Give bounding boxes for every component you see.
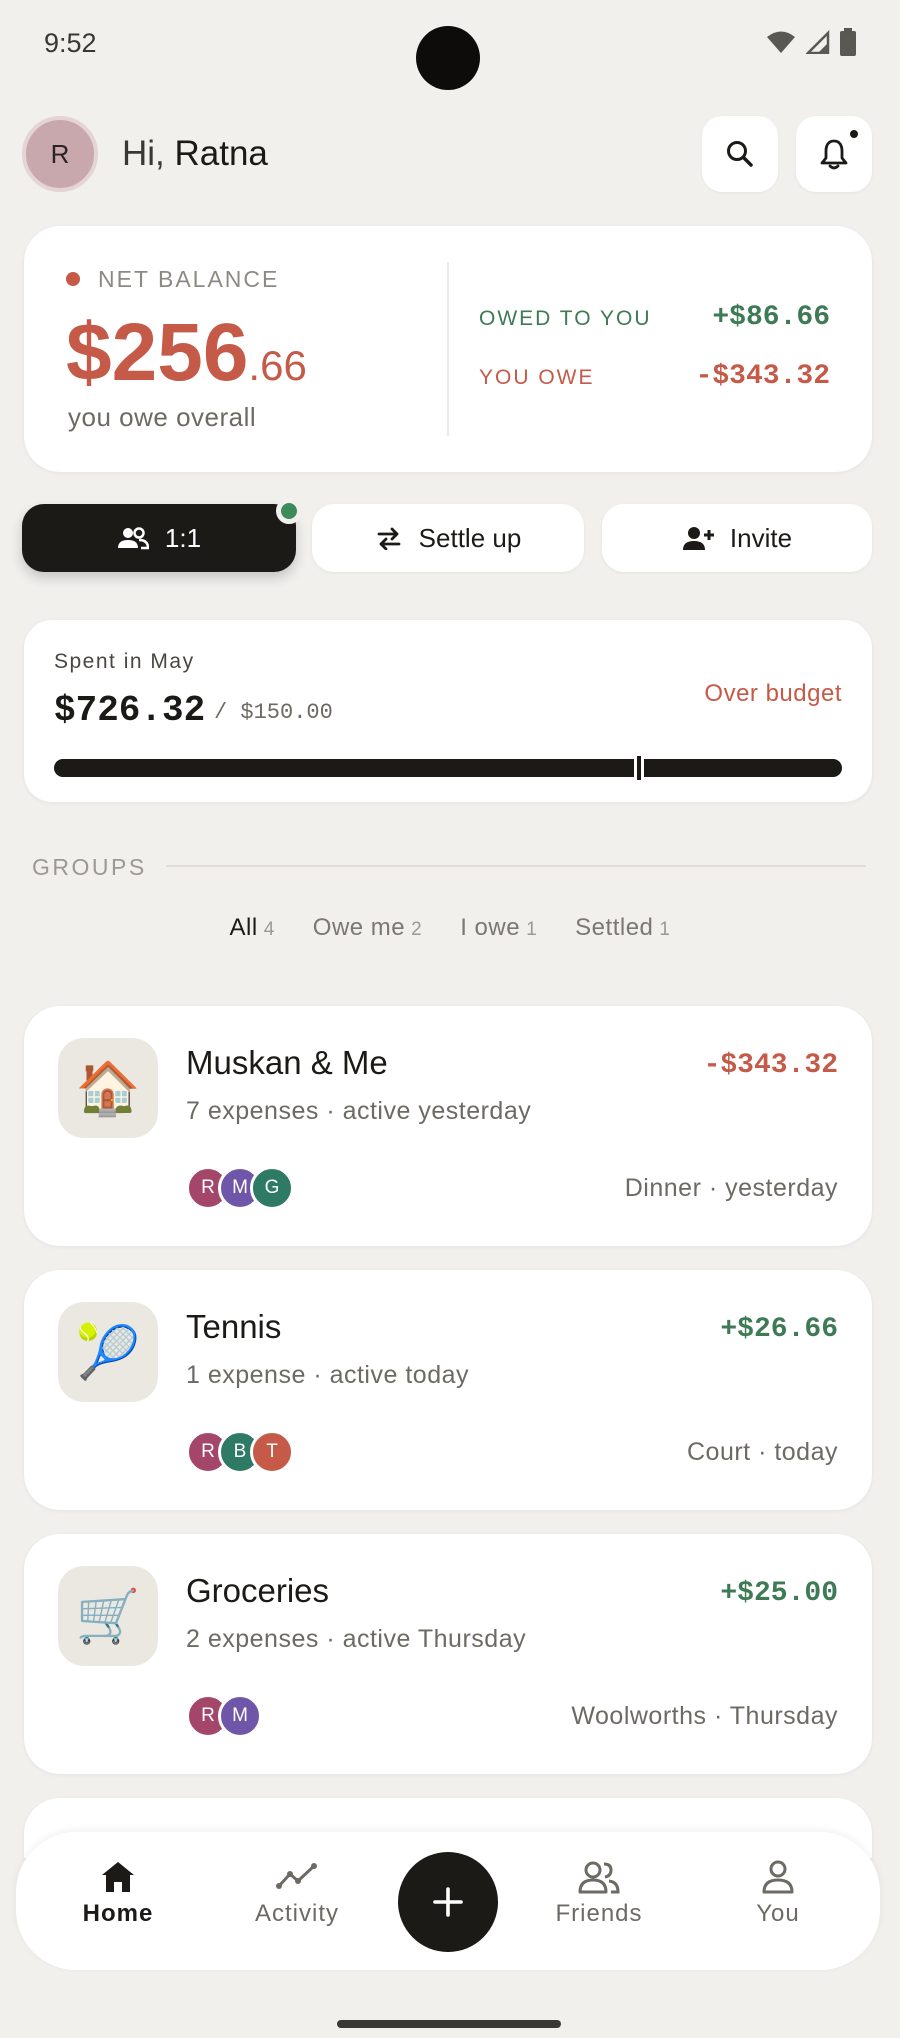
you-owe-value: -$343.32: [695, 361, 830, 392]
group-name: Groceries: [186, 1572, 330, 1609]
group-members: R M: [186, 1694, 262, 1738]
filter-label: I owe: [460, 914, 521, 941]
filter-i-owe[interactable]: I owe 1: [460, 914, 537, 942]
nav-activity-label: Activity: [254, 1900, 339, 1927]
group-subtitle: 7 expenses · active yesterday: [186, 1097, 532, 1125]
nav-you-label: You: [756, 1900, 800, 1927]
group-last-activity: Woolworths · Thursday: [571, 1702, 838, 1730]
filter-all[interactable]: All 4: [230, 914, 275, 942]
camera-cutout: [416, 26, 480, 90]
filter-settled[interactable]: Settled 1: [575, 914, 670, 942]
invite-button[interactable]: Invite: [602, 504, 872, 572]
nav-home[interactable]: Home: [48, 1860, 188, 1928]
budget-progress-bar: [54, 759, 842, 777]
filter-count: 1: [526, 919, 538, 940]
budget-amount: / $150.00: [214, 700, 333, 725]
people-icon: [117, 527, 149, 550]
group-subtitle: 1 expense · active today: [186, 1361, 469, 1389]
spent-label: Spent in May: [54, 650, 195, 673]
filter-count: 1: [659, 919, 671, 940]
net-balance-whole: $256: [66, 307, 249, 398]
greeting-prefix: Hi,: [122, 134, 175, 173]
filter-count: 2: [411, 919, 423, 940]
filter-label: Owe me: [312, 914, 406, 941]
nav-home-label: Home: [82, 1900, 154, 1927]
balance-divider: [447, 262, 449, 436]
search-icon: [727, 141, 753, 167]
nav-activity[interactable]: Activity: [227, 1860, 367, 1928]
nav-you[interactable]: You: [708, 1860, 848, 1928]
group-balance: +$26.66: [720, 1314, 838, 1345]
add-person-icon: [682, 527, 714, 550]
net-balance-cents: .66: [248, 342, 307, 389]
filter-label: Settled: [575, 914, 654, 941]
bell-icon: [820, 139, 848, 170]
home-indicator[interactable]: [337, 2020, 561, 2028]
notifications-button[interactable]: [796, 116, 872, 192]
add-expense-button[interactable]: [398, 1852, 498, 1952]
group-name: Muskan & Me: [186, 1044, 388, 1081]
wifi-icon: [767, 31, 795, 53]
budget-status: Over budget: [704, 680, 842, 707]
search-button[interactable]: [702, 116, 778, 192]
status-icons: [766, 28, 856, 56]
filter-count: 4: [263, 919, 275, 940]
notification-dot: [848, 128, 860, 140]
tennis-icon: 🎾: [58, 1302, 158, 1402]
signal-icon: [806, 30, 830, 54]
activity-icon: [276, 1863, 317, 1889]
online-indicator: [276, 498, 302, 524]
group-subtitle: 2 expenses · active Thursday: [186, 1625, 527, 1653]
settle-up-button[interactable]: Settle up: [312, 504, 584, 572]
group-members: R M G: [186, 1166, 294, 1210]
member-avatar: G: [250, 1166, 294, 1210]
filter-label: All: [229, 914, 258, 941]
invite-label: Invite: [729, 522, 793, 553]
owed-to-you-value: +$86.66: [712, 302, 830, 333]
one-on-one-button[interactable]: 1:1: [22, 504, 296, 572]
budget-marker: [637, 756, 641, 780]
groups-divider: [166, 865, 866, 867]
owed-to-you-label: OWED TO YOU: [479, 307, 652, 330]
greeting: Hi, Ratna: [122, 134, 268, 174]
group-filters: All 4 Owe me 2 I owe 1 Settled 1: [0, 914, 900, 942]
balance-status-dot: [66, 272, 80, 286]
group-name: Tennis: [186, 1308, 282, 1345]
home-icon: [102, 1862, 134, 1892]
net-balance-amount: $256.66: [66, 306, 307, 400]
house-icon: 🏠: [58, 1038, 158, 1138]
user-name: Ratna: [174, 134, 268, 173]
shopping-cart-icon: 🛒: [58, 1566, 158, 1666]
you-owe-label: YOU OWE: [479, 366, 595, 389]
nav-friends-label: Friends: [555, 1900, 643, 1927]
person-icon: [762, 1860, 794, 1894]
status-time: 9:52: [44, 28, 97, 58]
group-balance: -$343.32: [703, 1050, 838, 1081]
group-balance: +$25.00: [720, 1578, 838, 1609]
nav-friends[interactable]: Friends: [529, 1860, 669, 1928]
groups-heading: GROUPS: [32, 854, 147, 880]
one-on-one-label: 1:1: [164, 522, 202, 553]
group-members: R B T: [186, 1430, 294, 1474]
spent-amount: $726.32: [54, 690, 206, 731]
plus-icon: [433, 1887, 463, 1917]
member-avatar: M: [218, 1694, 262, 1738]
friends-icon: [578, 1861, 620, 1894]
battery-icon: [840, 28, 856, 56]
group-last-activity: Dinner · yesterday: [624, 1174, 838, 1202]
swap-arrows-icon: [377, 527, 401, 550]
net-balance-label: NET BALANCE: [98, 266, 280, 292]
balance-caption: you owe overall: [68, 402, 257, 432]
settle-up-label: Settle up: [418, 522, 522, 553]
group-last-activity: Court · today: [686, 1438, 838, 1466]
member-avatar: T: [250, 1430, 294, 1474]
user-avatar[interactable]: R: [22, 116, 98, 192]
filter-owe-me[interactable]: Owe me 2: [313, 914, 422, 942]
